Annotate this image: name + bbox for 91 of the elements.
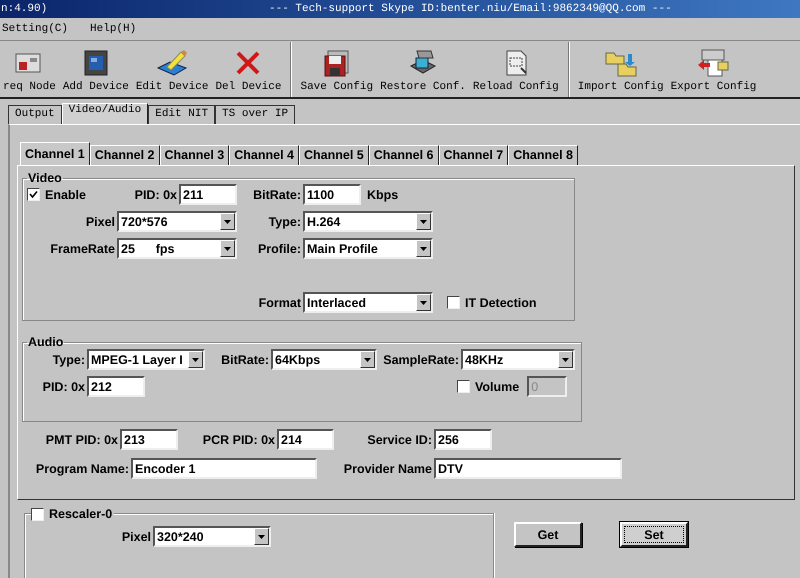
field-label: FrameRate: [49, 242, 116, 256]
checkbox-label: Rescaler-0: [49, 507, 112, 521]
action-button[interactable]: Get: [514, 522, 582, 547]
pencil-tray-icon: [155, 48, 190, 78]
caret-icon: [224, 220, 231, 224]
caret-icon: [192, 358, 199, 362]
dropdown-arrow-button[interactable]: [220, 240, 235, 257]
export-machine-icon: [696, 48, 730, 78]
checkbox[interactable]: [27, 188, 40, 201]
toolbar-button[interactable]: Reload Config: [470, 42, 562, 97]
toolbar-button[interactable]: Export Config: [668, 42, 760, 97]
caret-icon: [562, 358, 569, 362]
input-field[interactable]: 213: [120, 429, 178, 450]
toolbar-button[interactable]: Add Device: [60, 42, 132, 97]
field-label: Program Name:: [34, 462, 130, 476]
group-title: Audio: [27, 335, 64, 349]
field-label: Provider Name: [342, 462, 433, 476]
dropdown[interactable]: 320*240: [153, 526, 271, 547]
field-label: Pixel: [120, 530, 152, 544]
dropdown[interactable]: 720*576: [117, 211, 237, 232]
tab[interactable]: TS over IP: [215, 105, 296, 124]
dropdown[interactable]: 48KHz: [461, 349, 575, 370]
field-label: Pixel: [84, 214, 116, 228]
input-field[interactable]: Encoder 1: [131, 458, 317, 479]
field-label: Type:: [52, 352, 86, 366]
tab[interactable]: Channel 2: [90, 145, 160, 165]
checkbox-label: Volume: [475, 380, 520, 394]
field-label: PCR PID: 0x: [202, 432, 276, 446]
dropdown-arrow-button[interactable]: [360, 351, 375, 368]
dropdown[interactable]: H.264: [303, 211, 433, 232]
dropdown[interactable]: 25 fps: [117, 238, 237, 259]
dropdown-arrow-button[interactable]: [254, 528, 269, 545]
window-title: n:4.90): [0, 3, 48, 15]
dropdown[interactable]: 64Kbps: [271, 349, 377, 370]
toolbar-button[interactable]: Restore Conf.: [377, 42, 469, 97]
tab[interactable]: Video/Audio: [62, 103, 148, 124]
input-field[interactable]: 214: [277, 429, 334, 450]
input-field[interactable]: DTV: [434, 458, 622, 479]
field-label: BitRate:: [220, 352, 270, 366]
field-label: PMT PID: 0x: [44, 432, 119, 446]
tab[interactable]: Output: [8, 105, 62, 124]
caret-icon: [420, 246, 427, 250]
input-field[interactable]: 1100: [303, 184, 361, 205]
toolbar-button[interactable]: Import Config: [574, 42, 667, 97]
dropdown-arrow-button[interactable]: [558, 351, 573, 368]
menu-item[interactable]: Help(H): [90, 23, 136, 35]
unit-label: Kbps: [366, 188, 398, 202]
action-button[interactable]: Set: [620, 522, 688, 547]
tab[interactable]: Channel 8: [508, 145, 578, 165]
field-label: Profile:: [256, 242, 302, 256]
tab[interactable]: Channel 4: [229, 145, 299, 165]
dropdown-arrow-button[interactable]: [416, 213, 431, 230]
checkbox-label: Enable: [45, 188, 86, 202]
input-field[interactable]: 211: [179, 184, 237, 205]
caret-icon: [258, 534, 265, 538]
field-label: Service ID:: [366, 432, 433, 446]
input-field[interactable]: 212: [87, 376, 145, 397]
tab[interactable]: Edit NIT: [148, 105, 216, 124]
dropdown-arrow-button[interactable]: [220, 213, 235, 230]
tab[interactable]: Channel 1: [20, 142, 90, 165]
field-label: PID: 0x: [42, 380, 86, 394]
field-label: Type:: [268, 214, 302, 228]
caret-icon: [364, 358, 371, 362]
menu-item[interactable]: Setting(C): [2, 23, 68, 35]
tab[interactable]: Channel 7: [438, 145, 508, 165]
tab[interactable]: Channel 6: [368, 145, 438, 165]
toolbar-button[interactable]: Save Config: [297, 42, 376, 97]
checkbox[interactable]: [447, 296, 460, 309]
dropdown-arrow-button[interactable]: [416, 240, 431, 257]
dropdown[interactable]: MPEG-1 Layer I: [87, 349, 205, 370]
window-title: --- Tech-support Skype ID:benter.niu/Email:9862349@QQ.com ---: [269, 3, 672, 15]
tab[interactable]: Channel 3: [160, 145, 230, 165]
caret-icon: [224, 246, 231, 250]
tab[interactable]: Channel 5: [299, 145, 369, 165]
toolbar-button[interactable]: req Node: [0, 42, 59, 97]
field-label: SampleRate:: [382, 352, 460, 366]
caret-icon: [420, 220, 427, 224]
field-label: PID: 0x: [134, 188, 178, 202]
dropdown[interactable]: Interlaced: [303, 292, 433, 313]
toolbar-button[interactable]: Edit Device: [132, 42, 212, 97]
caret-icon: [420, 300, 427, 304]
field-label: BitRate:: [252, 188, 302, 202]
dropdown-arrow-button[interactable]: [416, 294, 431, 311]
toolbar-button[interactable]: Del Device: [212, 42, 284, 97]
input-field[interactable]: 256: [434, 429, 492, 450]
field-label: Format: [258, 296, 302, 310]
checkbox-label: IT Detection: [465, 296, 537, 310]
dropdown[interactable]: Main Profile: [303, 238, 433, 259]
dropdown-arrow-button[interactable]: [188, 351, 203, 368]
checkbox[interactable]: [31, 508, 44, 520]
group-title: Video: [27, 171, 63, 185]
